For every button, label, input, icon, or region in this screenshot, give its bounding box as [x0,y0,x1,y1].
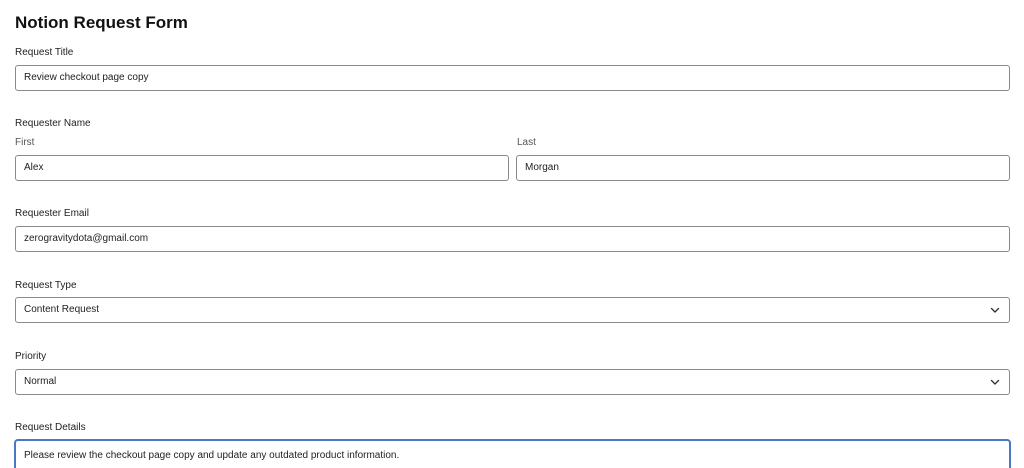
last-name-sublabel: Last [517,137,536,148]
priority-select[interactable]: Normal [15,369,1010,395]
request-title-label: Request Title [15,47,74,58]
last-name-input[interactable]: Morgan [516,155,1010,181]
chevron-down-icon [988,303,1002,317]
page-title: Notion Request Form [15,13,188,32]
request-title-input[interactable]: Review checkout page copy [15,65,1010,91]
first-name-input[interactable]: Alex [15,155,509,181]
request-type-label: Request Type [15,280,77,291]
first-name-sublabel: First [15,137,35,148]
requester-email-input[interactable]: zerogravitydota@gmail.com [15,226,1010,252]
chevron-down-icon [988,375,1002,389]
requester-email-label: Requester Email [15,208,89,219]
request-type-select[interactable]: Content Request [15,297,1010,323]
priority-selected-value: Normal [24,376,57,387]
request-details-label: Request Details [15,422,86,433]
requester-name-label: Requester Name [15,118,91,129]
request-form-page: Notion Request Form Request Title Review… [0,0,1024,468]
request-type-selected-value: Content Request [24,304,100,315]
request-details-textarea[interactable]: Please review the checkout page copy and… [15,440,1010,468]
priority-label: Priority [15,351,47,362]
